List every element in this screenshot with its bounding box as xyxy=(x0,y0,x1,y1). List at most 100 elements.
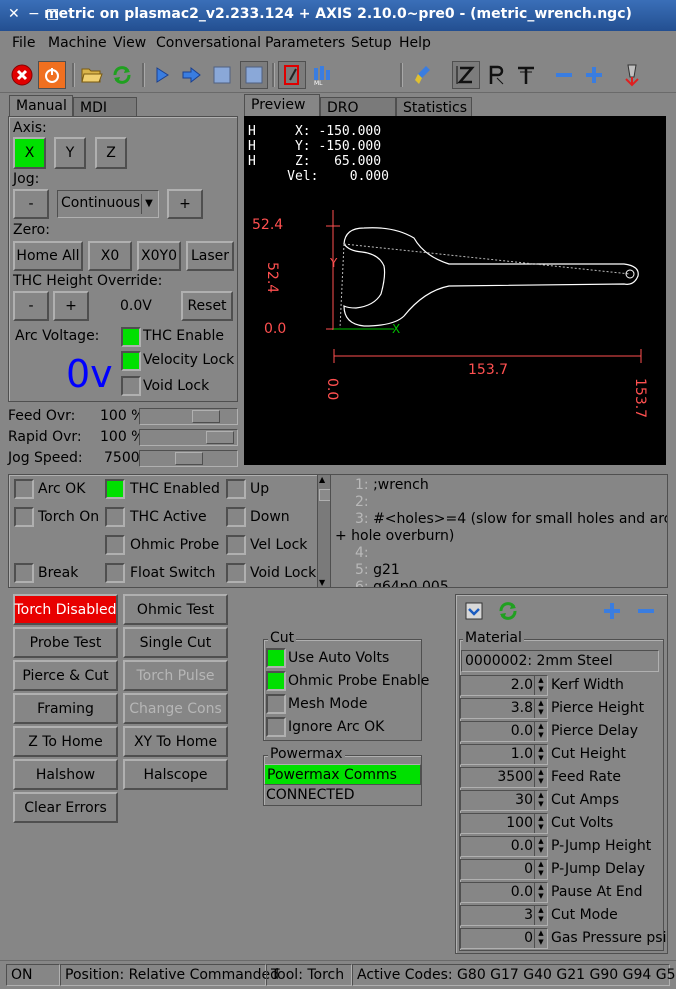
chevron-up-icon[interactable]: ▲ xyxy=(319,475,325,484)
velocity-lock-label: Velocity Lock xyxy=(143,352,235,368)
framing-button[interactable]: Framing xyxy=(13,693,118,724)
single-cut-button[interactable]: Single Cut xyxy=(123,627,228,658)
chevron-down-icon[interactable]: ▼ xyxy=(141,194,156,214)
clear-errors-button[interactable]: Clear Errors xyxy=(13,792,118,823)
p-jump-delay-input[interactable]: 0 ▲ ▼ xyxy=(460,859,548,880)
z-to-home-button[interactable]: Z To Home xyxy=(13,726,118,757)
mesh-mode-checkbox[interactable] xyxy=(266,694,286,714)
rapid-override-slider[interactable] xyxy=(139,429,238,446)
delete-material-icon[interactable] xyxy=(632,597,660,625)
tab-statistics[interactable]: Statistics xyxy=(396,97,472,116)
view-t-icon[interactable] xyxy=(512,61,540,89)
menu-view[interactable]: View xyxy=(113,35,146,51)
cut-mode-input[interactable]: 3 ▲ ▼ xyxy=(460,905,548,926)
axis-x-button[interactable]: X xyxy=(13,137,46,169)
ohmic-probe-enable-label: Ohmic Probe Enable xyxy=(288,673,430,689)
power-icon[interactable] xyxy=(38,61,66,89)
zoom-out-icon[interactable] xyxy=(550,61,578,89)
jog-plus-button[interactable]: + xyxy=(167,189,203,219)
step-icon[interactable] xyxy=(178,61,206,89)
tab-manual[interactable]: Manual xyxy=(9,95,73,117)
axis-z-button[interactable]: Z xyxy=(95,137,127,169)
tab-mdi[interactable]: MDI xyxy=(73,97,137,117)
halscope-button[interactable]: Halscope xyxy=(123,759,228,790)
velocity-lock-checkbox[interactable] xyxy=(121,351,141,371)
clear-plot-icon[interactable] xyxy=(410,61,438,89)
halshow-button[interactable]: Halshow xyxy=(13,759,118,790)
x0-button[interactable]: X0 xyxy=(88,241,132,271)
home-all-button[interactable]: Home All xyxy=(13,241,83,271)
open-file-icon[interactable] xyxy=(78,61,106,89)
pierce-delay-input[interactable]: 0.0 ▲ ▼ xyxy=(460,721,548,742)
y-axis-label: Y xyxy=(330,256,338,270)
torch-icon[interactable] xyxy=(618,61,646,89)
cut-volts-input[interactable]: 100 ▲ ▼ xyxy=(460,813,548,834)
menu-conversational[interactable]: Conversational xyxy=(156,35,261,51)
kerf-width-input[interactable]: 2.0 ▲ ▼ xyxy=(460,675,548,696)
use-auto-volts-checkbox[interactable] xyxy=(266,648,286,668)
stop-icon[interactable] xyxy=(240,61,268,89)
tab-preview[interactable]: Preview xyxy=(244,94,320,116)
void-lock-checkbox[interactable] xyxy=(121,376,141,396)
estop-icon[interactable] xyxy=(8,61,36,89)
gas-pressure-input[interactable]: 0 ▲ ▼ xyxy=(460,928,548,949)
cut-title: Cut xyxy=(268,630,297,646)
p-jump-height-input[interactable]: 0.0 ▲ ▼ xyxy=(460,836,548,857)
menu-machine[interactable]: Machine xyxy=(48,35,107,51)
preview-canvas[interactable]: H X: -150.000 H Y: -150.000 H Z: 65.000 … xyxy=(244,116,666,465)
chevron-down-icon[interactable]: ▼ xyxy=(319,578,325,587)
menu-parameters[interactable]: Parameters xyxy=(265,35,345,51)
pause-icon[interactable] xyxy=(208,61,236,89)
xy-to-home-button[interactable]: XY To Home xyxy=(123,726,228,757)
thc-reset-button[interactable]: Reset xyxy=(181,291,233,321)
pierce-cut-button[interactable]: Pierce & Cut xyxy=(13,660,118,691)
void-lock-led xyxy=(226,563,246,583)
x0y0-button[interactable]: X0Y0 xyxy=(137,241,181,271)
run-icon[interactable] xyxy=(148,61,176,89)
reload-material-icon[interactable] xyxy=(494,597,522,625)
cut-amps-input[interactable]: 30 ▲ ▼ xyxy=(460,790,548,811)
menu-file[interactable]: File xyxy=(12,35,35,51)
arc-voltage-value: 0v xyxy=(66,352,113,396)
torch-disabled-button[interactable]: Torch Disabled xyxy=(13,594,118,625)
laser-button[interactable]: Laser xyxy=(186,241,234,271)
ohmic-test-button[interactable]: Ohmic Test xyxy=(123,594,228,625)
ohmic-probe-led xyxy=(105,535,125,555)
jog-minus-button[interactable]: - xyxy=(13,189,49,219)
menu-help[interactable]: Help xyxy=(399,35,431,51)
reload-icon[interactable] xyxy=(108,61,136,89)
change-cons-button[interactable]: Change Cons xyxy=(123,693,228,724)
thc-plus-button[interactable]: + xyxy=(53,291,89,321)
zero-y-dim: 0.0 xyxy=(264,321,287,337)
mesh-mode-label: Mesh Mode xyxy=(288,696,368,712)
ohmic-probe-enable-checkbox[interactable] xyxy=(266,671,286,691)
jog-speed-slider[interactable] xyxy=(139,450,238,467)
view-p-icon[interactable] xyxy=(482,61,510,89)
material-select[interactable]: 0000002: 2mm Steel xyxy=(461,650,659,672)
feed-rate-input[interactable]: 3500 ▲ ▼ xyxy=(460,767,548,788)
ignore-arc-ok-checkbox[interactable] xyxy=(266,717,286,737)
cut-height-input[interactable]: 1.0 ▲ ▼ xyxy=(460,744,548,765)
block-delete-icon[interactable] xyxy=(278,61,306,89)
view-z-icon[interactable] xyxy=(452,61,480,89)
add-material-icon[interactable] xyxy=(598,597,626,625)
probe-test-button[interactable]: Probe Test xyxy=(13,627,118,658)
thc-minus-button[interactable]: - xyxy=(13,291,49,321)
pause-at-end-input[interactable]: 0.0 ▲ ▼ xyxy=(460,882,548,903)
pierce-height-input[interactable]: 3.8 ▲ ▼ xyxy=(460,698,548,719)
save-material-icon[interactable] xyxy=(460,597,488,625)
zoom-in-icon[interactable] xyxy=(580,61,608,89)
powermax-comms-button[interactable]: Powermax Comms xyxy=(264,764,421,785)
optional-stop-icon[interactable]: ML xyxy=(308,61,336,89)
tab-dro[interactable]: DRO xyxy=(320,97,396,116)
feed-override-slider[interactable] xyxy=(139,408,238,425)
torch-pulse-button[interactable]: Torch Pulse xyxy=(123,660,228,691)
jog-mode-select[interactable]: Continuous ▼ xyxy=(57,190,159,218)
break-led xyxy=(14,563,34,583)
cut-mode-label: Cut Mode xyxy=(551,907,618,923)
menu-setup[interactable]: Setup xyxy=(351,35,392,51)
gcode-viewer[interactable]: 1: ;wrench 2: 3: #<holes>=4 (slow for sm… xyxy=(330,474,668,588)
gcode-scrollbar[interactable]: ▲ ▼ xyxy=(317,474,331,588)
thc-enable-checkbox[interactable] xyxy=(121,327,141,347)
axis-y-button[interactable]: Y xyxy=(54,137,86,169)
